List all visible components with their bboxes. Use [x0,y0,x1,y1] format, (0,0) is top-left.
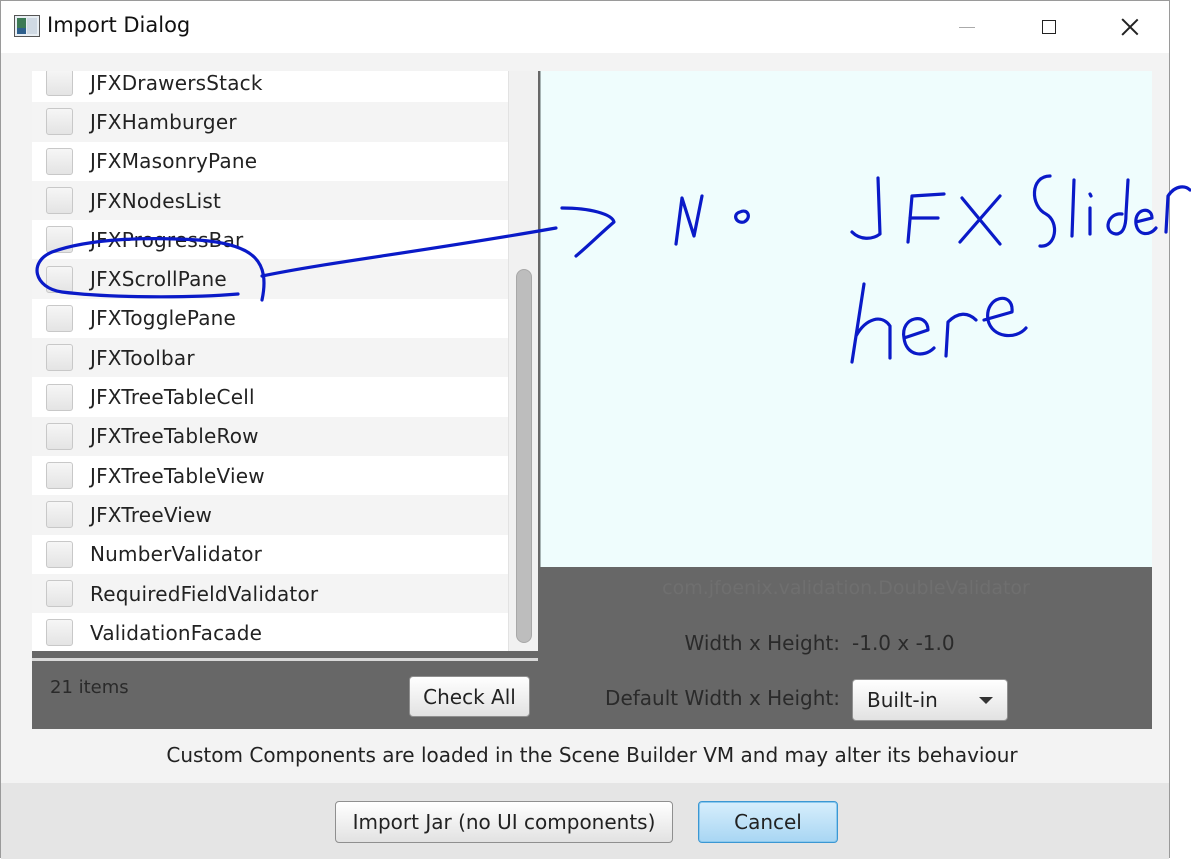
component-checkbox[interactable] [46,187,73,215]
component-checkbox[interactable] [46,383,73,411]
close-icon [1121,18,1139,36]
button-bar: Import Jar (no UI components) Cancel [1,783,1169,859]
component-checkbox[interactable] [46,108,73,136]
component-label: JFXNodesList [90,188,222,213]
component-label: JFXProgressBar [90,227,244,252]
component-label: JFXTreeTableCell [90,385,255,410]
component-label: JFXHamburger [90,109,237,134]
list-item[interactable]: ValidationFacade [32,613,508,651]
component-checkbox[interactable] [46,619,73,647]
list-item[interactable]: RequiredFieldValidator [32,573,508,614]
window-title: Import Dialog [47,13,191,37]
list-item[interactable]: JFXTreeTableView [32,456,508,495]
component-label: JFXScrollPane [90,267,227,292]
component-checkbox[interactable] [46,540,73,568]
component-label: JFXTreeView [90,502,213,527]
component-class-name: com.jfoenix.validation.DoubleValidator [662,577,1030,599]
minimize-icon [959,26,975,28]
list-item[interactable]: JFXTreeView [32,495,508,535]
component-checkbox[interactable] [46,265,73,293]
component-checkbox[interactable] [46,147,73,175]
component-label: RequiredFieldValidator [90,581,319,606]
divider [32,658,538,661]
default-size-select[interactable]: Built-in [852,679,1008,721]
default-width-height-label: Default Width x Height: [605,686,840,710]
minimize-button[interactable] [945,7,989,47]
content-area: JFXDrawersStack JFXHamburger JFXMasonryPan… [32,71,1152,729]
component-label: JFXMasonryPane [90,149,258,174]
component-checkbox[interactable] [46,422,73,450]
component-checkbox[interactable] [46,71,73,97]
component-label: JFXDrawersStack [90,71,263,95]
warning-message: Custom Components are loaded in the Scen… [166,743,1018,767]
component-checkbox[interactable] [46,226,73,254]
width-height-value: -1.0 x -1.0 [852,631,955,655]
component-label: NumberValidator [90,542,263,567]
component-label: JFXToolbar [90,345,195,370]
component-label: JFXTreeTableView [90,463,265,488]
chevron-down-icon [979,697,993,704]
title-bar[interactable]: Import Dialog [1,1,1169,53]
component-checkbox[interactable] [46,304,73,332]
import-jar-button[interactable]: Import Jar (no UI components) [335,801,673,843]
default-size-select-value: Built-in [867,688,938,712]
close-button[interactable] [1108,7,1152,47]
component-label: JFXTogglePane [90,306,237,331]
cancel-button[interactable]: Cancel [698,801,838,843]
list-item[interactable]: JFXMasonryPane [32,142,508,181]
list-item[interactable]: JFXTreeTableCell [32,377,508,416]
check-all-button[interactable]: Check All [409,676,530,717]
import-dialog-window: Import Dialog JFXDrawersStack JFXHamburge… [0,0,1170,859]
list-item[interactable]: JFXNodesList [32,180,508,221]
component-checkbox[interactable] [46,580,73,607]
list-item[interactable]: NumberValidator [32,535,508,574]
list-item[interactable]: JFXProgressBar [32,220,508,259]
component-checkbox[interactable] [46,462,73,490]
component-preview [540,71,1152,567]
list-item[interactable]: JFXDrawersStack [32,71,508,102]
component-checkbox[interactable] [46,344,73,372]
component-label: JFXTreeTableRow [90,424,259,449]
list-item[interactable]: JFXHamburger [32,102,508,142]
component-checkbox[interactable] [46,501,73,529]
app-icon [14,15,40,37]
list-item[interactable]: JFXTreeTableRow [32,416,508,456]
list-item[interactable]: JFXToolbar [32,338,508,378]
component-list[interactable]: JFXDrawersStack JFXHamburger JFXMasonryPan… [32,71,538,651]
component-label: ValidationFacade [90,620,263,645]
list-scrollbar[interactable] [508,71,538,651]
scrollbar-thumb[interactable] [516,269,532,643]
width-height-label: Width x Height: [684,631,840,655]
maximize-icon [1042,20,1056,34]
list-item[interactable]: JFXTogglePane [32,299,508,338]
maximize-button[interactable] [1027,7,1071,47]
items-count: 21 items [50,677,129,698]
list-item[interactable]: JFXScrollPane [32,259,508,299]
